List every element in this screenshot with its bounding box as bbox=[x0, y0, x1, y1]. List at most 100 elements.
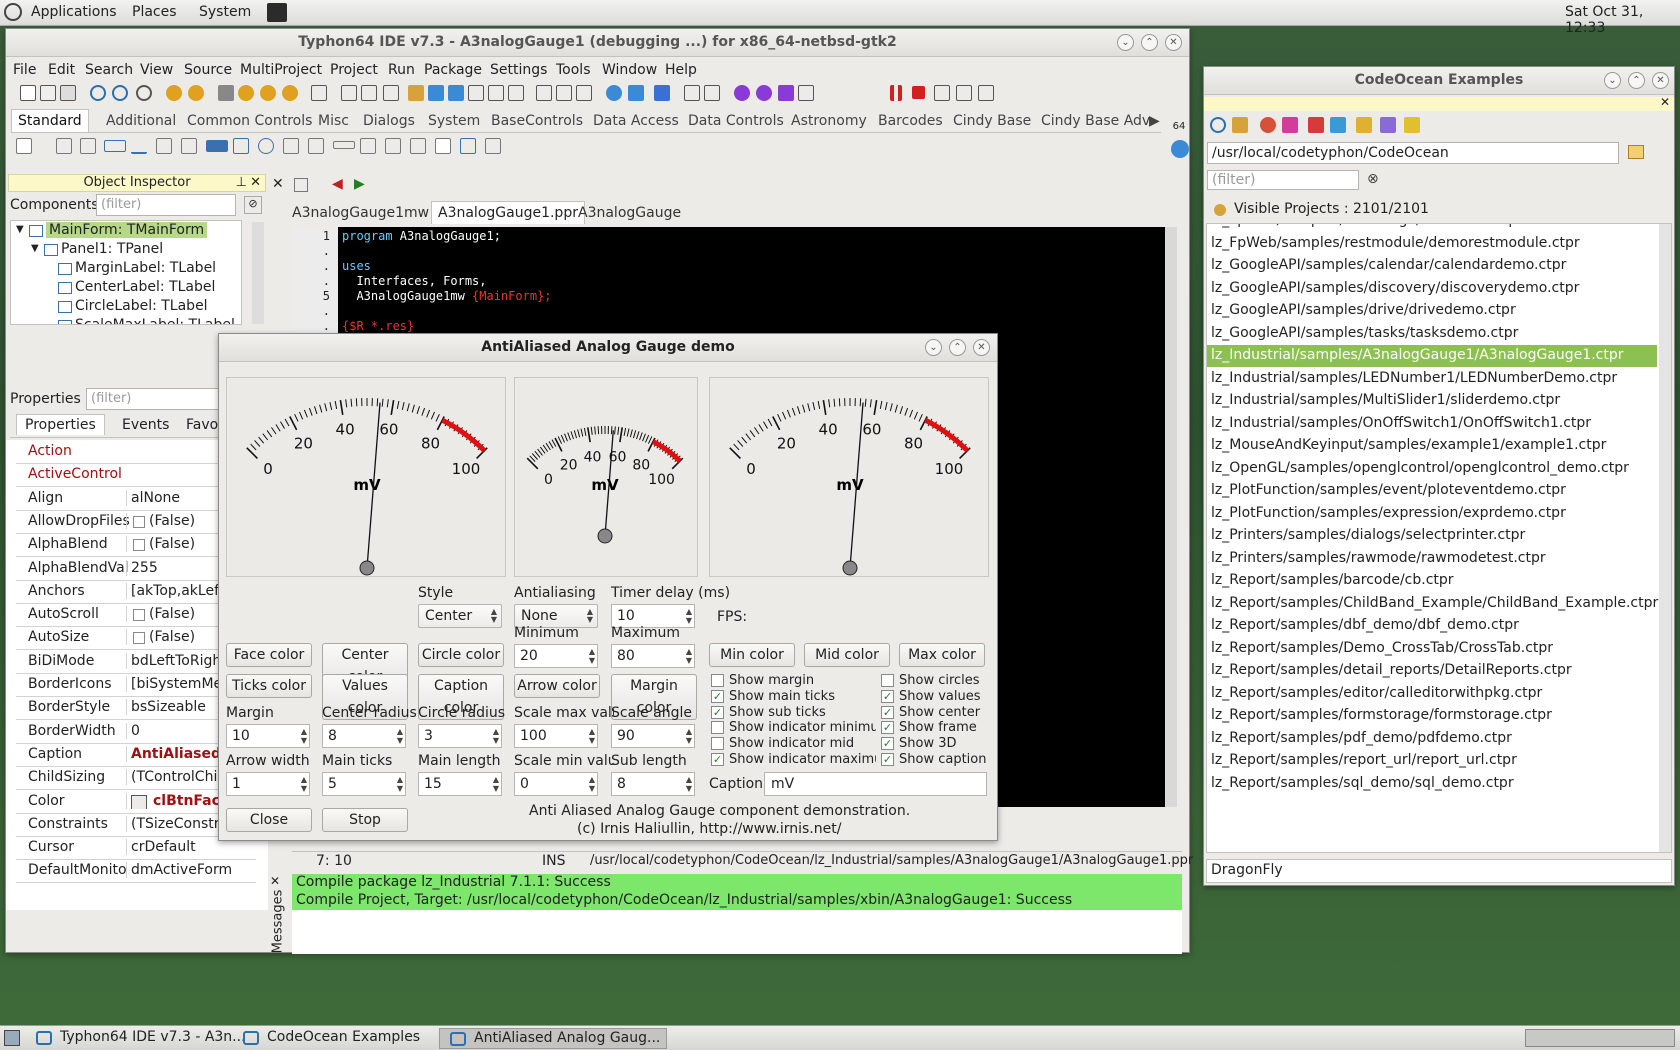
project-list-item[interactable]: lz_Industrial/samples/LEDNumber1/LEDNumb… bbox=[1207, 368, 1657, 390]
taskbar-item-codeocean[interactable]: CodeOcean Examples bbox=[233, 1028, 426, 1049]
folder-icon[interactable] bbox=[1356, 117, 1372, 133]
replace-icon[interactable] bbox=[112, 85, 128, 101]
show-desktop-icon[interactable] bbox=[4, 1030, 20, 1046]
checkbox-show-frame[interactable]: ✓ Show frame bbox=[881, 719, 977, 735]
project-list-item[interactable]: lz_Printers/samples/rawmode/rawmodetest.… bbox=[1207, 548, 1657, 570]
menu-project[interactable]: Project bbox=[330, 62, 378, 78]
tree-node-scalemaxlabel[interactable]: ScaleMaxLabel: TLabel bbox=[11, 317, 241, 324]
menu-tools[interactable]: Tools bbox=[556, 62, 591, 78]
structure-icon[interactable] bbox=[556, 85, 572, 101]
spin-arrows-icon[interactable]: ▲ ▼ bbox=[397, 775, 403, 793]
checkbox-icon[interactable] bbox=[881, 674, 894, 687]
project-list-item[interactable]: lz_MouseAndKeyinput/samples/example1/exa… bbox=[1207, 435, 1657, 457]
main-ticks-input[interactable]: 5 ▲ ▼ bbox=[322, 772, 406, 796]
menu-multiproject[interactable]: MultiProject bbox=[240, 62, 322, 78]
ticks-color-button[interactable]: Ticks color bbox=[226, 674, 312, 698]
palette-tab-misc[interactable]: Misc bbox=[318, 113, 349, 129]
listbox-component-icon[interactable] bbox=[283, 138, 299, 154]
demo-titlebar[interactable]: AntiAliased Analog Gauge demo ⌄ ⌃ ✕ bbox=[219, 334, 997, 362]
checkbox-icon[interactable] bbox=[711, 674, 724, 687]
codeocean-path-input[interactable]: /usr/local/codetyphon/CodeOcean bbox=[1207, 142, 1619, 164]
download-icon[interactable] bbox=[1171, 140, 1189, 158]
project-list-item[interactable]: lz_Report/samples/sql_demo/sql_demo.ctpr bbox=[1207, 773, 1657, 795]
palette-tab-astronomy[interactable]: Astronomy bbox=[791, 113, 867, 129]
checkbox-icon[interactable] bbox=[711, 721, 724, 735]
build-project-icon[interactable] bbox=[1260, 117, 1276, 133]
step-over-icon[interactable] bbox=[956, 85, 972, 101]
spin-arrows-icon[interactable]: ▲ ▼ bbox=[589, 727, 595, 745]
circle-color-button[interactable]: Circle color bbox=[418, 643, 504, 667]
checkbox-show-circles[interactable]: Show circles bbox=[881, 672, 980, 688]
dependencies-icon[interactable] bbox=[448, 85, 464, 101]
radiobutton-component-icon[interactable] bbox=[258, 138, 274, 154]
save-all-icon[interactable] bbox=[341, 85, 357, 101]
main-length-input[interactable]: 15 ▲ ▼ bbox=[418, 772, 502, 796]
button-component-icon[interactable] bbox=[104, 140, 126, 152]
stop-icon[interactable] bbox=[912, 86, 925, 99]
property-value[interactable]: dmActiveForm bbox=[126, 862, 256, 879]
maximize-button[interactable]: ⌃ bbox=[1141, 34, 1158, 51]
prop-tab-events[interactable]: Events bbox=[122, 417, 169, 433]
prop-tab-properties[interactable]: Properties bbox=[16, 414, 105, 435]
layout-icon[interactable] bbox=[311, 85, 327, 101]
checkbox-icon[interactable] bbox=[711, 737, 724, 751]
clean-icon[interactable] bbox=[1308, 117, 1324, 133]
checkbox-show-indicator-minimum[interactable]: Show indicator minimum bbox=[711, 719, 876, 735]
close-editor-icon[interactable]: ✕ bbox=[272, 176, 284, 192]
pause-icon[interactable] bbox=[890, 85, 902, 101]
tree-node-mainform[interactable]: ▼ MainForm: TMainForm bbox=[11, 222, 241, 241]
groupbox-component-icon[interactable] bbox=[360, 138, 376, 154]
menu-window[interactable]: Window bbox=[602, 62, 657, 78]
new-file-icon[interactable] bbox=[20, 85, 36, 101]
project-list-item[interactable]: lz_GoogleAPI/samples/calendar/calendarde… bbox=[1207, 255, 1657, 277]
database-icon[interactable] bbox=[1380, 117, 1396, 133]
codeocean-close-button[interactable]: ✕ bbox=[1652, 72, 1669, 89]
menu-help[interactable]: Help bbox=[665, 62, 697, 78]
tiles-icon[interactable] bbox=[508, 85, 524, 101]
spin-arrows-icon[interactable]: ▲ ▼ bbox=[493, 775, 499, 793]
property-row[interactable]: DefaultMonito dmActiveForm bbox=[16, 859, 256, 884]
center-radius-input[interactable]: 8 ▲ ▼ bbox=[322, 724, 406, 748]
property-value[interactable]: crDefault bbox=[126, 839, 256, 856]
memo-component-icon[interactable] bbox=[181, 138, 197, 154]
menu-file[interactable]: File bbox=[13, 62, 36, 78]
checkbox-icon[interactable] bbox=[133, 609, 145, 622]
margin-input[interactable]: 10 ▲ ▼ bbox=[226, 724, 310, 748]
palette-tab-standard[interactable]: Standard bbox=[11, 109, 89, 132]
scale-max-input[interactable]: 100 ▲ ▼ bbox=[514, 724, 598, 748]
mid-color-button[interactable]: Mid color bbox=[804, 643, 890, 667]
spin-arrows-icon[interactable]: ▲ ▼ bbox=[686, 775, 692, 793]
demo-minimize-button[interactable]: ⌄ bbox=[925, 339, 942, 356]
codeocean-maximize-button[interactable]: ⌃ bbox=[1628, 72, 1645, 89]
spin-arrows-icon[interactable]: ▲ ▼ bbox=[301, 727, 307, 745]
maximum-input[interactable]: 80 ▲ ▼ bbox=[611, 644, 695, 668]
tree-scrollbar[interactable] bbox=[252, 222, 264, 324]
save-icon[interactable] bbox=[60, 85, 76, 101]
checkbox-show-sub-ticks[interactable]: ✓ Show sub ticks bbox=[711, 704, 826, 720]
project-icon[interactable] bbox=[166, 85, 182, 101]
components-filter-input[interactable]: (filter) bbox=[96, 194, 236, 216]
edit-component-icon[interactable] bbox=[156, 138, 172, 154]
menu-search[interactable]: Search bbox=[85, 62, 133, 78]
compile-icon[interactable] bbox=[428, 85, 444, 101]
project-list-item[interactable]: lz_Industrial/samples/MultiSlider1/slide… bbox=[1207, 390, 1657, 412]
model-icon[interactable] bbox=[576, 85, 592, 101]
project-list-item[interactable]: lz_PlotFunction/samples/expression/exprd… bbox=[1207, 503, 1657, 525]
demo-close-button[interactable]: ✕ bbox=[973, 339, 990, 356]
project-list-item[interactable]: lz_GoogleAPI/samples/discovery/discovery… bbox=[1207, 278, 1657, 300]
clear-codeocean-filter-icon[interactable]: ⊗ bbox=[1367, 171, 1379, 187]
palette-tab-data-access[interactable]: Data Access bbox=[593, 113, 679, 129]
project-list-item[interactable]: lz_FpWeb/samples/restbridge/restserver.c… bbox=[1207, 224, 1657, 232]
palette-tab-common-controls[interactable]: Common Controls bbox=[187, 113, 312, 129]
checkbox-icon[interactable] bbox=[133, 515, 145, 528]
close-hint-icon[interactable]: ✕ bbox=[1660, 95, 1670, 109]
open-file-icon[interactable] bbox=[40, 85, 56, 101]
spin-arrows-icon[interactable]: ▲ ▼ bbox=[589, 647, 595, 665]
menu-view[interactable]: View bbox=[140, 62, 173, 78]
project-list-item[interactable]: lz_Report/samples/editor/calleditorwithp… bbox=[1207, 683, 1657, 705]
settings-project-icon[interactable] bbox=[1404, 117, 1420, 133]
checkbox-icon[interactable] bbox=[133, 632, 145, 645]
editor-icon[interactable] bbox=[361, 85, 377, 101]
combobox-component-icon[interactable] bbox=[308, 138, 324, 154]
checkbox-icon[interactable]: ✓ bbox=[711, 705, 724, 719]
